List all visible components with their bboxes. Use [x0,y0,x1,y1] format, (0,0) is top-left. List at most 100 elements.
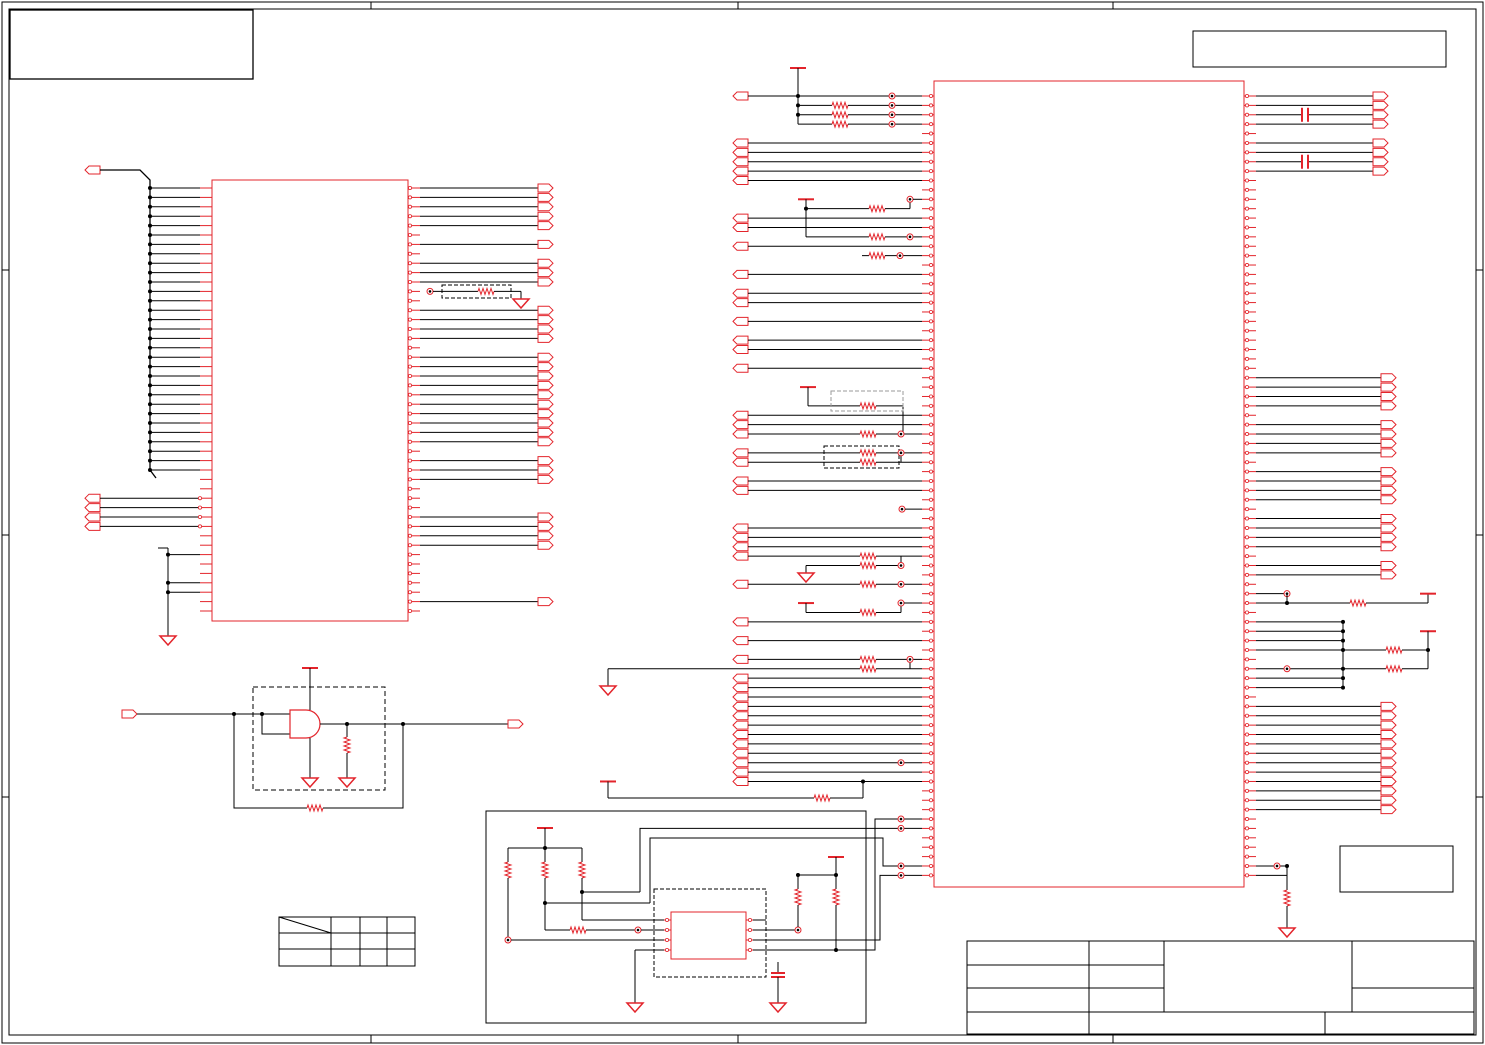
pin-end-marker [1245,760,1250,765]
pin-end-marker [1245,112,1250,117]
port-symbol [732,345,749,355]
pin-end-marker [929,863,934,868]
pin-end-marker [1245,544,1250,549]
port-symbol [537,531,554,541]
pin-end-marker [929,591,934,596]
pin-end-marker [665,928,670,933]
pin-end-marker [929,507,934,512]
pin-end-marker [1245,206,1250,211]
port-symbol [732,316,749,326]
pin-end-marker [929,751,934,756]
pin-end-marker [929,554,934,559]
port-symbol [537,268,554,278]
net-marker-center [1275,864,1279,868]
pin-end-marker [929,253,934,258]
pin-end-marker [1245,197,1250,202]
port-symbol [1380,373,1397,383]
pin-end-marker [1245,563,1250,568]
pin-end-marker [407,543,412,548]
table-frame [278,916,416,967]
pin-end-marker [1245,638,1250,643]
port-symbol [1380,438,1397,448]
pin-end-marker [407,524,412,529]
pin-end-marker [1245,225,1250,230]
clock-ic-body [670,911,747,960]
port-symbol [732,730,749,740]
pin-end-marker [929,657,934,662]
pin-end-marker [929,694,934,699]
junction-dot [166,580,170,585]
port-symbol [537,371,554,381]
port-symbol [537,183,554,193]
pin-end-marker [1245,234,1250,239]
port-symbol [537,521,554,531]
pin-end-marker [929,460,934,465]
pin-end-marker [1245,178,1250,183]
pin-end-marker [929,676,934,681]
pin-end-marker [1245,845,1250,850]
port-symbol [1380,514,1397,524]
port-symbol [1380,720,1397,730]
pin-end-marker [929,666,934,671]
net-marker-center [890,113,894,117]
pin-end-marker [1245,309,1250,314]
net-marker-center [636,928,640,932]
port-symbol [121,709,138,719]
resistor-symbol [859,448,877,458]
pin-end-marker [929,478,934,483]
resistor-symbol [342,736,352,754]
ground-symbol [768,1002,788,1014]
resistor-symbol [831,888,841,906]
port-symbol [1380,485,1397,495]
and-gate-circuit [121,667,524,813]
resistor-symbol [859,551,877,561]
pin-end-marker [1245,723,1250,728]
port-symbol [732,176,749,186]
pin-end-marker [407,185,412,190]
net-marker-center [899,827,903,830]
port-symbol [537,418,554,428]
port-symbol [537,202,554,212]
port-symbol [537,221,554,231]
pin-end-marker [665,918,670,923]
pin-end-marker [929,338,934,343]
pin-end-marker [407,195,412,200]
port-symbol [732,579,749,589]
resistor-symbol [569,925,587,935]
port-symbol [1380,542,1397,552]
pin-end-marker [1245,291,1250,296]
net-marker-center [506,938,510,942]
pin-end-marker [929,385,934,390]
junction-dot [861,779,865,784]
pin-end-marker [929,723,934,728]
pin-end-marker [407,449,412,454]
net-marker-center [900,507,904,511]
pin-end-marker [929,441,934,446]
net-marker-center [899,564,903,567]
pin-end-marker [1245,300,1250,305]
net-marker-center [899,864,903,868]
port-symbol [732,241,749,251]
net-marker-center [898,254,902,257]
port-symbol [537,427,554,437]
pin-end-marker [407,261,412,266]
pin-end-marker [929,845,934,850]
pin-end-marker [407,571,412,576]
pin-end-marker [407,505,412,510]
pin-end-marker [1245,347,1250,352]
pin-end-marker [1245,422,1250,427]
pin-end-marker [1245,413,1250,418]
pin-end-marker [1245,403,1250,408]
pin-end-marker [929,375,934,380]
pin-end-marker [1245,751,1250,756]
pin-end-marker [929,413,934,418]
junction-dot [1426,648,1430,653]
pin-end-marker [407,580,412,585]
pin-end-marker [407,289,412,294]
pin-end-marker [407,355,412,360]
pin-end-marker [1245,741,1250,746]
pin-end-marker [929,187,934,192]
pin-end-marker [929,648,934,653]
pin-end-marker [1245,441,1250,446]
pin-end-marker [1245,770,1250,775]
